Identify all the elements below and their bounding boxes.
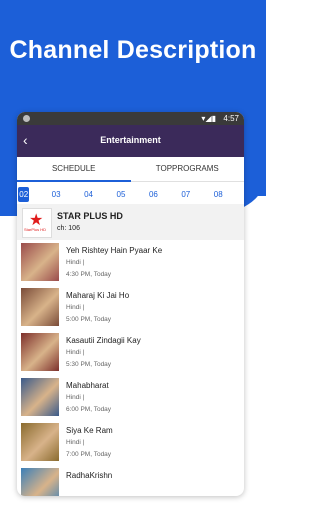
program-thumbnail: [21, 288, 59, 326]
program-row[interactable]: Mahabharat Hindi | 6:00 PM, Today: [17, 375, 244, 420]
status-bar: ▾◢▮ 4:57: [17, 112, 244, 125]
program-time: 6:00 PM, Today: [66, 406, 112, 413]
notification-icon: [23, 115, 30, 122]
program-time: 5:30 PM, Today: [66, 361, 112, 368]
program-row[interactable]: Kasautii Zindagii Kay Hindi | 5:30 PM, T…: [17, 330, 244, 375]
app-bar: ‹ Entertainment: [17, 125, 244, 157]
day-06[interactable]: 06: [148, 187, 159, 202]
program-language: Hindi |: [66, 439, 85, 446]
program-name: Mahabharat: [66, 381, 109, 390]
program-name: Siya Ke Ram: [66, 426, 113, 435]
day-05[interactable]: 05: [115, 187, 126, 202]
day-04[interactable]: 04: [83, 187, 94, 202]
channel-number: ch: 106: [57, 225, 80, 232]
program-language: Hindi |: [66, 259, 85, 266]
program-language: Hindi |: [66, 304, 85, 311]
program-row[interactable]: Yeh Rishtey Hain Pyaar Ke Hindi | 4:30 P…: [17, 240, 244, 285]
program-thumbnail: [21, 378, 59, 416]
day-02[interactable]: 02: [18, 186, 30, 202]
tab-topprograms[interactable]: TOPPROGRAMS: [131, 157, 245, 181]
day-07[interactable]: 07: [180, 187, 191, 202]
channel-name: STAR PLUS HD: [57, 211, 123, 221]
program-time: 4:30 PM, Today: [66, 271, 112, 278]
program-language: Hindi |: [66, 394, 85, 401]
program-row[interactable]: RadhaKrishn: [17, 465, 244, 496]
program-thumbnail: [21, 243, 59, 281]
phone-screen: ▾◢▮ 4:57 ‹ Entertainment SCHEDULE TOPPRO…: [17, 112, 244, 496]
channel-header: ★ StarPlus HD STAR PLUS HD ch: 106: [17, 204, 244, 240]
status-time: 4:57: [223, 114, 239, 123]
program-name: RadhaKrishn: [66, 471, 113, 480]
day-08[interactable]: 08: [213, 187, 224, 202]
day-03[interactable]: 03: [50, 187, 61, 202]
signal-icons: ▾◢▮: [201, 114, 216, 123]
program-thumbnail: [21, 333, 59, 371]
program-list: Yeh Rishtey Hain Pyaar Ke Hindi | 4:30 P…: [17, 240, 244, 496]
channel-logo: ★ StarPlus HD: [22, 208, 52, 238]
channel-logo-text: StarPlus HD: [24, 227, 47, 232]
day-selector: 02 03 04 05 06 07 08: [17, 182, 244, 204]
program-name: Kasautii Zindagii Kay: [66, 336, 141, 345]
program-time: 7:00 PM, Today: [66, 451, 112, 458]
program-language: Hindi |: [66, 349, 85, 356]
program-time: 5:00 PM, Today: [66, 316, 112, 323]
program-thumbnail: [21, 468, 59, 496]
program-thumbnail: [21, 423, 59, 461]
program-name: Maharaj Ki Jai Ho: [66, 291, 130, 300]
tab-schedule[interactable]: SCHEDULE: [17, 157, 131, 182]
tab-bar: SCHEDULE TOPPROGRAMS: [17, 157, 244, 182]
program-name: Yeh Rishtey Hain Pyaar Ke: [66, 246, 163, 255]
program-row[interactable]: Maharaj Ki Jai Ho Hindi | 5:00 PM, Today: [17, 285, 244, 330]
app-title: Entertainment: [100, 135, 161, 145]
headline: Channel Description: [9, 36, 257, 64]
program-row[interactable]: Siya Ke Ram Hindi | 7:00 PM, Today: [17, 420, 244, 465]
